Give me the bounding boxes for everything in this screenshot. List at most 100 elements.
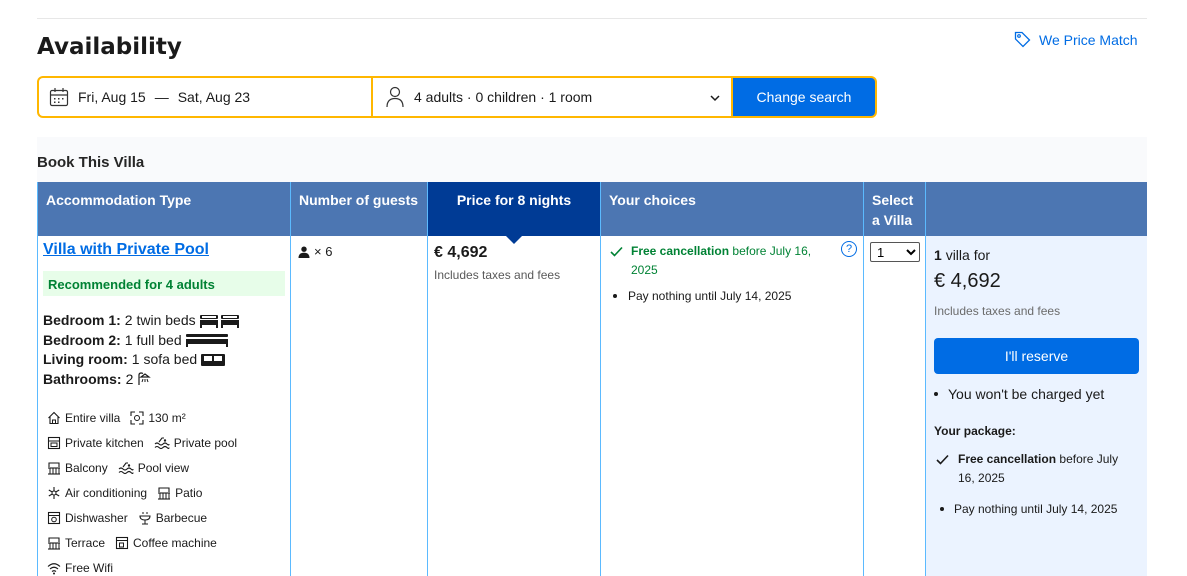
bedroom-1-row: Bedroom 1: 2 twin beds — [43, 311, 241, 331]
coffee-machine-icon — [115, 536, 129, 549]
price-note: Includes taxes and fees — [434, 268, 561, 282]
facility-row: Private kitchen Private pool — [47, 430, 247, 455]
facility-row: Air conditioning Patio — [47, 480, 247, 505]
price-match-link[interactable]: We Price Match — [1014, 31, 1138, 48]
header-select: Select a Villa — [864, 182, 925, 236]
guests-selector[interactable]: 4 adults · 0 children · 1 room — [373, 78, 731, 116]
facility-item: Barbecue — [138, 511, 207, 525]
person-icon — [386, 86, 404, 108]
kitchen-icon — [47, 436, 61, 449]
guests-summary: 4 adults · 0 children · 1 room — [414, 89, 593, 105]
chevron-down-icon — [710, 95, 720, 102]
villa-name-link[interactable]: Villa with Private Pool — [43, 241, 209, 259]
bedroom-label: Living room: — [43, 351, 128, 367]
twin-bed-icon — [199, 314, 239, 328]
not-charged-label: You won't be charged yet — [948, 386, 1105, 402]
facility-item: Pool view — [118, 461, 189, 475]
dishwasher-icon — [47, 511, 61, 524]
bedroom-value: 2 — [125, 370, 134, 387]
reserve-button[interactable]: I'll reserve — [934, 338, 1139, 374]
facility-item: Entire villa — [47, 411, 120, 425]
bedroom-value: 2 twin beds — [124, 312, 196, 328]
price-column: Price for 8 nights € 4,692 Includes taxe… — [428, 182, 601, 576]
date-picker[interactable]: Fri, Aug 15 — Sat, Aug 23 — [39, 78, 371, 116]
person-icon — [298, 246, 310, 258]
facility-item: Dishwasher — [47, 511, 128, 525]
package-cancellation: Free cancellation before July 16, 2025 — [934, 450, 1124, 488]
book-section-background — [37, 137, 1147, 183]
terrace-icon — [48, 536, 60, 550]
free-cancellation-choice: Free cancellation before July 16, 2025 — [609, 242, 829, 280]
accommodation-column: Accommodation Type Villa with Private Po… — [37, 182, 291, 576]
calendar-icon — [49, 88, 69, 107]
facility-label: Patio — [175, 485, 203, 500]
snowflake-icon — [48, 486, 60, 499]
pool-icon — [154, 436, 170, 449]
bedroom-label: Bathrooms: — [43, 370, 122, 387]
facility-label: Barbecue — [155, 510, 208, 525]
price-value: € 4,692 — [434, 244, 488, 261]
recommended-badge: Recommended for 4 adults — [43, 271, 285, 296]
header-price: Price for 8 nights — [428, 182, 600, 244]
bedroom-2-row: Bedroom 2: 1 full bed — [43, 331, 241, 351]
bullet — [613, 294, 617, 298]
bullet — [940, 507, 944, 511]
villa-count-number: 1 — [934, 247, 942, 263]
facility-item: Patio — [157, 486, 202, 500]
facility-label: Balcony — [65, 460, 108, 475]
guests-column: Number of guests × 6 — [291, 182, 428, 576]
villa-quantity-select[interactable]: 1 — [870, 242, 920, 262]
facility-item: Air conditioning — [47, 486, 147, 500]
facility-label: Private pool — [173, 435, 238, 450]
villa-count: 1 villa for — [934, 247, 990, 263]
check-icon — [610, 246, 623, 257]
search-bar: Fri, Aug 15 — Sat, Aug 23 4 adults · 0 c… — [37, 76, 877, 118]
bedroom-value: 1 full bed — [124, 331, 182, 348]
facility-label: Coffee machine — [133, 535, 217, 550]
help-icon[interactable]: ? — [841, 241, 857, 257]
date-separator: — — [154, 89, 169, 105]
bedroom-label: Bedroom 2: — [43, 331, 121, 348]
facility-item: Private kitchen — [47, 436, 144, 450]
facility-label: Free Wifi — [65, 560, 113, 575]
not-charged-note: You won't be charged yet — [934, 386, 1104, 402]
header-choices: Your choices — [601, 182, 863, 236]
check-icon — [936, 454, 949, 465]
price-match-label: We Price Match — [1039, 31, 1138, 48]
facility-item: Terrace — [47, 536, 105, 550]
facility-row: Terrace Coffee machine — [47, 530, 247, 555]
choices-column: Your choices Free cancellation before Ju… — [601, 182, 864, 576]
wifi-icon — [47, 562, 61, 574]
package-pay-later-label: Pay nothing until July 14, 2025 — [954, 502, 1118, 516]
select-column: Select a Villa 1 — [864, 182, 926, 576]
header-accommodation: Accommodation Type — [38, 182, 290, 236]
facility-label: Terrace — [65, 535, 106, 550]
facility-item: 130 m² — [130, 410, 186, 425]
availability-table: Accommodation Type Villa with Private Po… — [37, 182, 1147, 576]
balcony-icon — [48, 461, 60, 475]
change-search-button[interactable]: Change search — [733, 78, 875, 116]
facility-label: Pool view — [137, 460, 190, 475]
facility-label: 130 m² — [148, 410, 186, 425]
facility-row: Balcony Pool view — [47, 455, 247, 480]
bedroom-label: Bedroom 1: — [43, 312, 121, 328]
facility-row: Free Wifi — [47, 555, 247, 576]
facility-label: Private kitchen — [65, 435, 144, 450]
page-title: Availability — [37, 34, 182, 60]
pay-later-choice: Pay nothing until July 14, 2025 — [613, 289, 791, 303]
top-divider — [37, 18, 1147, 19]
barbecue-icon — [139, 511, 151, 524]
free-cancellation-label: Free cancellation — [631, 244, 730, 258]
summary-column: 1 villa for € 4,692 Includes taxes and f… — [926, 182, 1147, 576]
summary-price: € 4,692 — [934, 270, 1001, 292]
facility-item: Free Wifi — [47, 561, 113, 575]
guests-count: × 6 — [314, 244, 333, 259]
package-title: Your package: — [934, 424, 1016, 438]
header-guests: Number of guests — [291, 182, 427, 236]
villa-for-label: villa for — [945, 247, 991, 263]
pool-view-icon — [118, 461, 134, 474]
check-in-date: Fri, Aug 15 — [78, 89, 146, 105]
facility-item: Balcony — [47, 461, 108, 475]
max-guests: × 6 — [298, 244, 332, 259]
facility-label: Entire villa — [65, 410, 121, 425]
